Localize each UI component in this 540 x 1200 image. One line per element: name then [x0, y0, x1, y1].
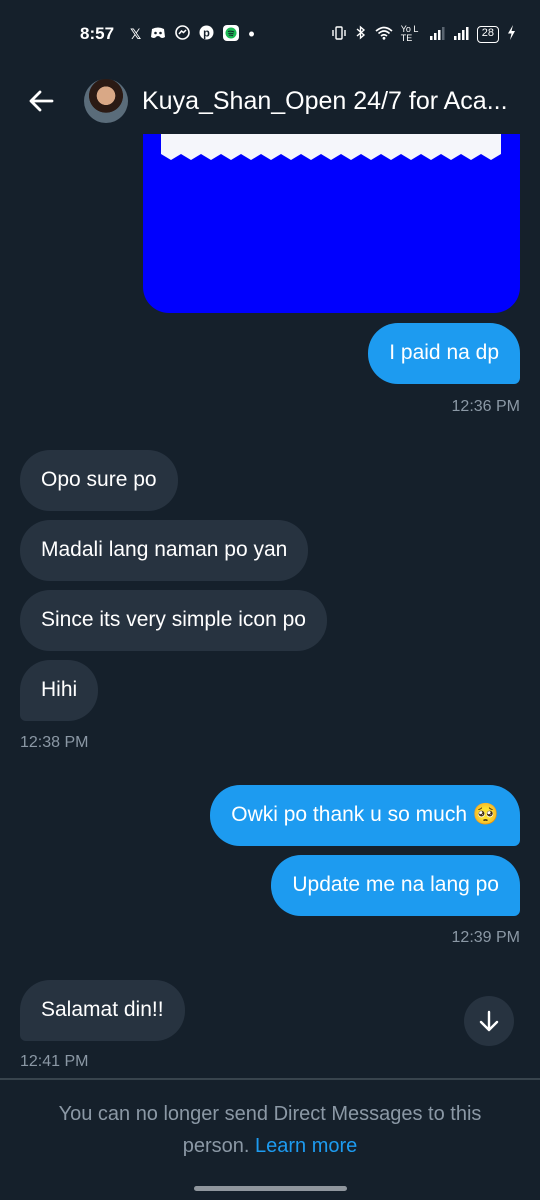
scroll-to-bottom-button[interactable] [464, 996, 514, 1046]
x-icon: 𝕏 [130, 25, 142, 42]
message-bubble-sent[interactable]: Update me na lang po [271, 855, 520, 916]
conversation-header: Kuya_Shan_Open 24/7 for Aca... [0, 68, 540, 134]
message-list[interactable]: I paid na dp 12:36 PM Opo sure po Madali… [0, 134, 540, 1078]
wifi-icon [375, 26, 393, 43]
message-timestamp: 12:39 PM [451, 929, 520, 946]
conversation-title[interactable]: Kuya_Shan_Open 24/7 for Aca... [142, 87, 508, 116]
back-button[interactable] [24, 84, 58, 118]
discord-icon [150, 26, 166, 42]
message-bubble-received[interactable]: Opo sure po [20, 450, 178, 511]
dm-disabled-notice: You can no longer send Direct Messages t… [30, 1098, 510, 1162]
message-bubble-received[interactable]: Madali lang naman po yan [20, 520, 309, 581]
message-timestamp: 12:36 PM [451, 398, 520, 415]
message-bubble-sent[interactable]: Owki po thank u so much 🥺 [210, 785, 520, 846]
signal-icon-1 [429, 26, 445, 43]
message-text: Update me na lang po [292, 873, 499, 896]
signal-icon-2 [453, 26, 469, 43]
message-text: Opo sure po [41, 468, 157, 491]
status-bar: 8:57 𝕏 p • Yo LTE 28 [0, 0, 540, 68]
status-time: 8:57 [80, 24, 115, 43]
battery-icon: 28 [476, 25, 499, 43]
message-text: I paid na dp [389, 341, 499, 364]
arrow-left-icon [29, 90, 54, 112]
learn-more-link[interactable]: Learn more [255, 1135, 357, 1157]
vibrate-icon [331, 25, 347, 43]
charging-icon [507, 25, 516, 43]
home-indicator[interactable] [194, 1186, 347, 1191]
message-text: Since its very simple icon po [41, 608, 306, 631]
message-timestamp: 12:38 PM [20, 734, 89, 751]
image-attachment[interactable] [143, 134, 520, 313]
pinterest-icon: p [199, 25, 214, 43]
message-timestamp: 12:41 PM [20, 1053, 89, 1070]
spotify-icon [223, 24, 240, 44]
receipt-image-edge [161, 134, 501, 160]
message-text: Salamat din!! [41, 998, 164, 1021]
message-text: Hihi [41, 678, 78, 701]
dot-icon: • [248, 23, 255, 44]
divider [0, 1078, 540, 1080]
bluetooth-icon [355, 25, 367, 43]
avatar[interactable] [84, 79, 128, 123]
message-text: Owki po thank u so much 🥺 [231, 803, 499, 826]
network-label: Yo LTE [400, 24, 419, 43]
messenger-icon [175, 25, 191, 43]
notification-icons: 𝕏 p • [130, 24, 255, 45]
svg-text:p: p [203, 28, 210, 40]
message-text: Madali lang naman po yan [41, 538, 288, 561]
system-icons: Yo LTE 28 [331, 25, 516, 43]
message-bubble-received[interactable]: Salamat din!! [20, 980, 185, 1041]
message-bubble-received[interactable]: Since its very simple icon po [20, 590, 327, 651]
message-bubble-sent[interactable]: I paid na dp [368, 323, 520, 384]
message-bubble-received[interactable]: Hihi [20, 660, 99, 721]
arrow-down-icon [479, 1010, 499, 1032]
